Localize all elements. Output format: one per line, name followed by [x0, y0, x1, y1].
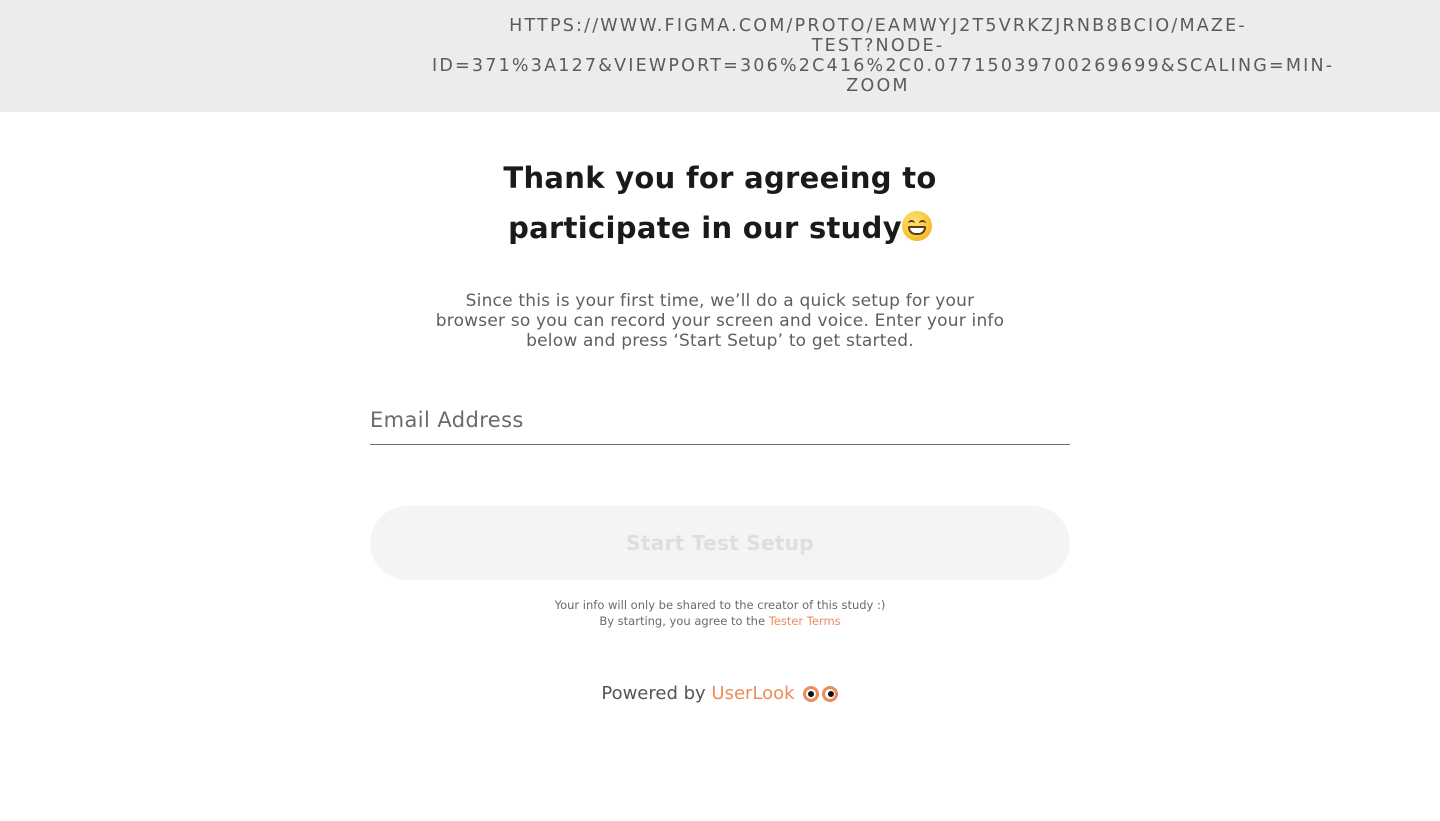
terms-prefix: By starting, you agree to the — [599, 614, 769, 628]
start-test-setup-button[interactable]: Start Test Setup — [370, 506, 1070, 580]
email-field-wrapper — [370, 398, 1070, 445]
page-title: Thank you for agreeing to participate in… — [420, 153, 1020, 253]
url-line: ZOOM — [846, 76, 910, 96]
userlook-brand-link[interactable]: UserLook — [711, 683, 794, 704]
tester-terms-link[interactable]: Tester Terms — [769, 614, 841, 628]
url-line: TEST?NODE- — [811, 36, 945, 56]
privacy-text: Your info will only be shared to the cre… — [554, 598, 886, 612]
url-text[interactable]: HTTPS://WWW.FIGMA.COM/PROTO/EAMWYJ2T5VRK… — [432, 16, 1335, 96]
title-line-1: Thank you for agreeing to — [503, 161, 937, 195]
url-line: HTTPS://WWW.FIGMA.COM/PROTO/EAMWYJ2T5VRK… — [509, 16, 1247, 36]
grinning-face-icon — [901, 211, 932, 241]
eyes-icon — [802, 686, 839, 702]
powered-by-footer: Powered by UserLook — [420, 682, 1020, 706]
address-bar: HTTPS://WWW.FIGMA.COM/PROTO/EAMWYJ2T5VRK… — [0, 0, 1440, 112]
title-line-2: participate in our study — [420, 203, 1020, 253]
powered-by-prefix: Powered by — [601, 683, 712, 704]
url-line: ID=371%3A127&VIEWPORT=306%2C416%2C0.0771… — [432, 56, 1335, 76]
email-field[interactable] — [370, 398, 1070, 442]
title-line-2-text: participate in our study — [508, 211, 902, 245]
intro-text: Since this is your first time, we’ll do … — [435, 291, 1005, 351]
terms-line: By starting, you agree to the Tester Ter… — [420, 613, 1020, 629]
privacy-notice: Your info will only be shared to the cre… — [420, 597, 1020, 629]
